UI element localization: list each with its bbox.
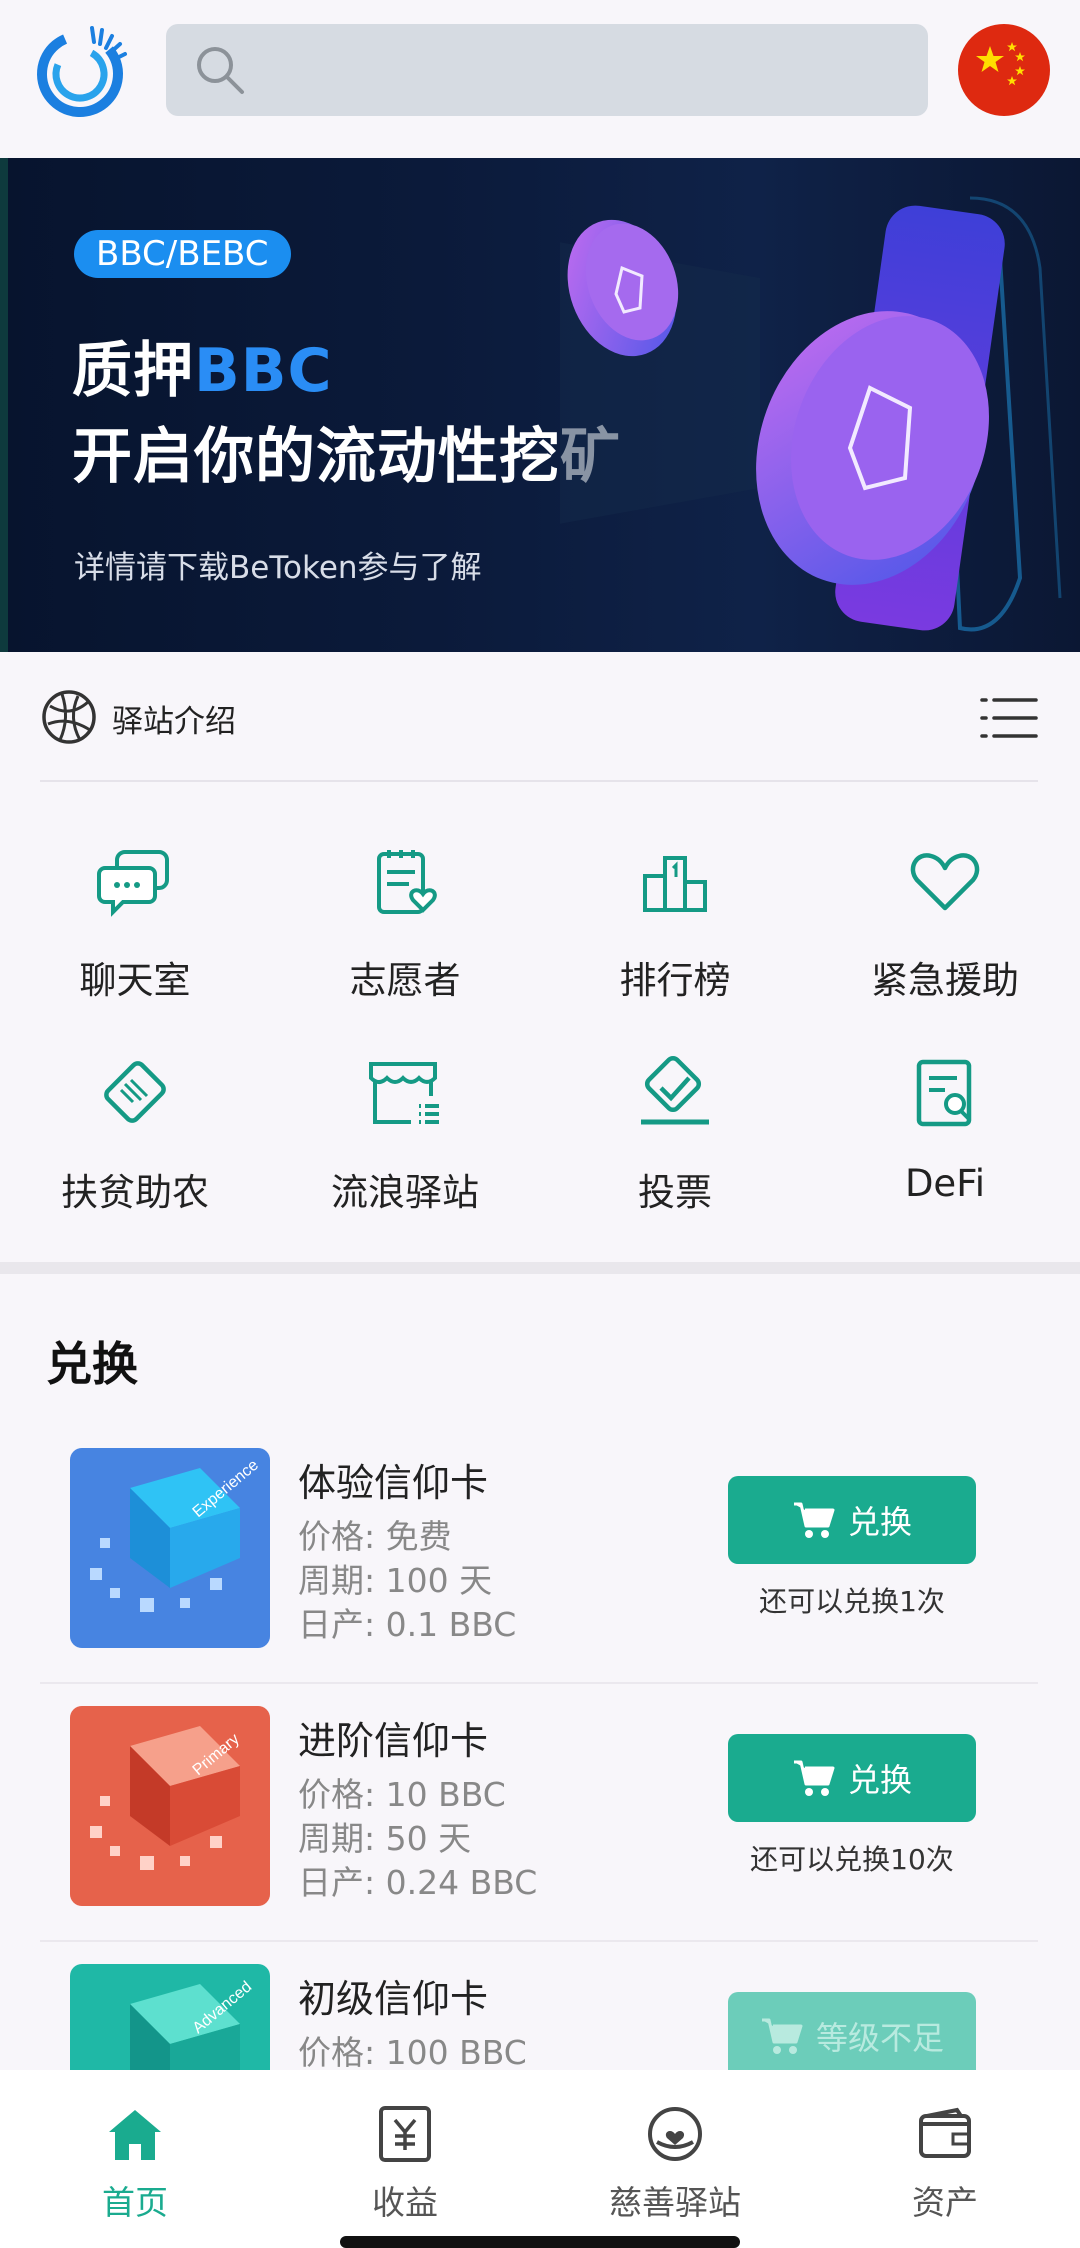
- grid-label: 投票: [638, 1171, 712, 1214]
- insufficient-level-label: 等级不足: [815, 2019, 944, 2057]
- nav-item-charity-station[interactable]: 慈善驿站: [540, 2094, 810, 2224]
- banner-edge-stripe: [0, 158, 8, 652]
- product-price: 价格: 免费: [298, 1517, 452, 1556]
- grid-item-volunteer[interactable]: 志愿者: [270, 782, 540, 1002]
- grid-label: DeFi: [904, 1162, 986, 1205]
- grid-item-poverty-aid[interactable]: 扶贫助农: [0, 994, 270, 1214]
- charity-icon: [648, 2107, 702, 2161]
- cube-art-blue: Experience: [70, 1448, 270, 1648]
- banner-subtitle: 详情请下载BeToken参与了解: [74, 550, 482, 586]
- product-thumbnail: Experience: [70, 1448, 270, 1648]
- handshake-icon: [104, 1061, 166, 1123]
- product-period: 周期: 50 天: [298, 1819, 472, 1858]
- app-logo[interactable]: [30, 18, 134, 122]
- menu-list-icon[interactable]: [980, 694, 1038, 742]
- promo-banner[interactable]: BBC/BEBC 质押BBC 开启你的流动性挖矿 详情请下载BeToken参与了…: [0, 158, 1080, 652]
- wallet-icon: [919, 2107, 971, 2158]
- top-bar: [0, 0, 1080, 158]
- grid-item-vote[interactable]: 投票: [540, 994, 810, 1214]
- grid-item-defi[interactable]: DeFi: [810, 994, 1080, 1206]
- search-bar[interactable]: [166, 24, 928, 116]
- remaining-exchange-note: 还可以兑换10次: [750, 1843, 954, 1876]
- home-indicator: [340, 2236, 740, 2248]
- nav-label: 资产: [912, 2183, 978, 2222]
- home-icon: [109, 2110, 161, 2160]
- product-name: 进阶信仰卡: [298, 1719, 489, 1763]
- product-card-experience: Experience 体验信仰卡 价格: 免费 周期: 100 天 日产: 0.…: [40, 1426, 1038, 1684]
- product-thumbnail: Primary: [70, 1706, 270, 1906]
- globe-icon: [42, 690, 96, 744]
- chat-icon: [97, 850, 169, 917]
- nav-item-home[interactable]: 首页: [0, 2094, 270, 2224]
- podium-icon: [643, 856, 707, 912]
- grid-item-leaderboard[interactable]: 排行榜: [540, 782, 810, 1002]
- heart-icon: [910, 853, 980, 911]
- station-intro-label: 驿站介绍: [112, 704, 236, 740]
- nav-item-earnings[interactable]: 收益: [270, 2094, 540, 2224]
- cart-icon: [761, 2018, 803, 2054]
- nav-label: 慈善驿站: [609, 2183, 741, 2222]
- cube-art-red: Primary: [70, 1706, 270, 1906]
- banner-coin-illustration: [560, 196, 1062, 632]
- grid-item-chat-room[interactable]: 聊天室: [0, 782, 270, 1002]
- document-search-icon: [916, 1059, 972, 1127]
- banner-headline-prefix: 质押: [72, 336, 194, 406]
- nav-label: 首页: [102, 2183, 168, 2222]
- product-card-advanced: Primary 进阶信仰卡 价格: 10 BBC 周期: 50 天 日产: 0.…: [40, 1684, 1038, 1942]
- language-flag-china[interactable]: [958, 24, 1050, 116]
- product-daily-output: 日产: 0.24 BBC: [298, 1863, 538, 1902]
- product-price: 价格: 10 BBC: [298, 1775, 506, 1814]
- product-period: 周期: 100 天: [298, 1561, 493, 1600]
- exchange-section-title: 兑换: [46, 1337, 138, 1391]
- banner-headline-highlight: BBC: [194, 336, 333, 406]
- exchange-button[interactable]: 兑换: [728, 1476, 976, 1564]
- exchange-button[interactable]: 兑换: [728, 1734, 976, 1822]
- grid-label: 扶贫助农: [61, 1171, 209, 1214]
- grid-item-stray-station[interactable]: 流浪驿站: [270, 994, 540, 1214]
- insufficient-level-button[interactable]: 等级不足: [728, 1992, 976, 2080]
- product-daily-output: 日产: 0.1 BBC: [298, 1605, 517, 1644]
- product-name: 体验信仰卡: [298, 1461, 489, 1505]
- banner-tag: BBC/BEBC: [74, 230, 291, 278]
- feature-grid: 聊天室 志愿者 排行榜 紧急援助 扶贫助农 流浪驿站 投票 DeFi: [0, 782, 1080, 1262]
- nav-label: 收益: [372, 2183, 438, 2222]
- grid-label: 流浪驿站: [331, 1171, 479, 1214]
- bottom-navigation: 首页 收益 慈善驿站 资产: [0, 2070, 1080, 2248]
- section-divider: [0, 1262, 1080, 1274]
- vote-check-icon: [641, 1055, 709, 1125]
- remaining-exchange-note: 还可以兑换1次: [759, 1585, 945, 1618]
- china-flag-icon: [976, 42, 1025, 86]
- station-intro-row[interactable]: 驿站介绍: [40, 652, 1038, 782]
- search-icon: [197, 47, 244, 94]
- exchange-button-label: 兑换: [847, 1503, 912, 1541]
- product-name: 初级信仰卡: [298, 1977, 489, 2021]
- cart-icon: [793, 1760, 835, 1796]
- shop-icon: [369, 1062, 439, 1124]
- yen-receipt-icon: [379, 2106, 431, 2162]
- nav-item-assets[interactable]: 资产: [810, 2094, 1080, 2224]
- banner-headline: 质押BBC: [72, 322, 333, 409]
- banner-headline-line2: 开启你的流动性挖矿: [72, 422, 621, 492]
- product-price: 价格: 100 BBC: [298, 2033, 527, 2072]
- grid-item-emergency-aid[interactable]: 紧急援助: [810, 782, 1080, 1002]
- cart-icon: [793, 1502, 835, 1538]
- clipboard-heart-icon: [377, 850, 437, 914]
- exchange-button-label: 兑换: [847, 1761, 912, 1799]
